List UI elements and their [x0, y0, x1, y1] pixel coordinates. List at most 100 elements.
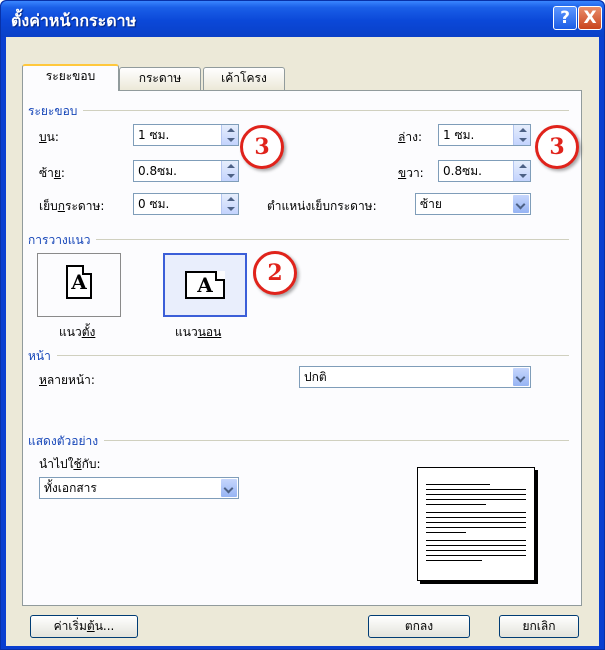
landscape-label: แนวนอน: [175, 323, 221, 342]
gutter-position-label: ตำแหน่งเย็บกระดาษ:: [267, 199, 377, 213]
multiple-pages-value: ปกติ: [304, 370, 327, 384]
preview-text-line: [426, 540, 526, 541]
apply-to-chevron-down-icon[interactable]: [220, 478, 238, 498]
help-button[interactable]: ?: [553, 6, 577, 30]
callout-badge-3-left: 3: [240, 125, 284, 169]
preview-text-line: [426, 504, 486, 505]
callout-badge-3-right: 3: [535, 125, 579, 169]
dialog-title: ตั้งค่าหน้ากระดาษ: [11, 11, 137, 30]
landscape-label-text: แนว: [175, 325, 198, 339]
preview-text-line: [426, 499, 526, 500]
pages-section-label: หน้า: [28, 347, 57, 366]
bottom-margin-label: ล่าง:: [398, 128, 422, 147]
preview-text-line: [426, 494, 526, 495]
close-button[interactable]: X: [578, 6, 602, 30]
tab-layout[interactable]: เค้าโครง: [203, 67, 285, 90]
preview-text-line: [426, 489, 526, 490]
right-margin-spinner[interactable]: 0.8ซม.: [438, 160, 531, 182]
left-margin-label-accel: ย: [53, 166, 61, 180]
preview-text-line: [426, 560, 482, 561]
margins-tab-panel: ระยะขอบ บน: 1 ซม. ล่าง: 1 ซม. ซ้าย: 0.8ซ…: [22, 90, 582, 606]
preview-text-line: [426, 555, 526, 556]
multiple-pages-label: หลายหน้า:: [39, 371, 95, 390]
cancel-button[interactable]: ยกเลิก: [499, 615, 579, 638]
multiple-pages-label-text: ลายหน้า:: [46, 373, 95, 387]
default-button-accel: ต้: [86, 619, 95, 633]
left-margin-value: 0.8ซม.: [138, 164, 177, 178]
tab-paper[interactable]: กระดาษ: [119, 67, 201, 90]
preview-text-line: [426, 527, 526, 528]
left-margin-spin-buttons[interactable]: [221, 161, 238, 181]
preview-text-line: [426, 512, 526, 513]
right-margin-label: ขวา:: [398, 164, 424, 183]
margins-separator: [37, 110, 569, 111]
top-margin-label-accel: บ: [39, 130, 47, 144]
portrait-label-accel: ตั้ง: [81, 325, 96, 339]
default-button-suffix: น...: [94, 619, 115, 633]
left-margin-label-text: ซ้า: [39, 166, 54, 180]
gutter-position-chevron-down-icon[interactable]: [512, 194, 530, 214]
orientation-section-label: การวางแนว: [28, 231, 97, 250]
left-margin-label: ซ้าย:: [39, 164, 65, 183]
page-setup-dialog: ตั้งค่าหน้ากระดาษ ? X ระยะขอบ กระดาษ เค้…: [0, 0, 605, 650]
title-bar: ตั้งค่าหน้ากระดาษ ? X: [1, 1, 604, 37]
apply-to-label-accel: ช้: [73, 457, 82, 471]
orientation-separator: [37, 239, 569, 240]
preview-text-line: [426, 522, 526, 523]
portrait-orientation-button[interactable]: A: [37, 253, 121, 317]
left-margin-spinner[interactable]: 0.8ซม.: [133, 160, 239, 182]
callout-badge-2: 2: [253, 251, 297, 295]
preview-section-label: แสดงตัวอย่าง: [28, 432, 105, 451]
right-margin-value: 0.8ซม.: [443, 164, 482, 178]
multiple-pages-dropdown[interactable]: ปกติ: [299, 366, 531, 388]
default-button-text: ค่าเริ่ม: [53, 619, 87, 633]
gutter-position-value: ซ้าย: [420, 197, 442, 211]
bottom-margin-value: 1 ซม.: [443, 128, 475, 142]
preview-text-line: [426, 550, 526, 551]
landscape-orientation-button[interactable]: A: [163, 253, 247, 317]
dialog-body: ระยะขอบ กระดาษ เค้าโครง ระยะขอบ บน: 1 ซม…: [6, 37, 599, 646]
portrait-label: แนวตั้ง: [59, 323, 95, 342]
pages-separator: [37, 355, 569, 356]
apply-to-value: ทั้งเอกสาร: [44, 481, 97, 495]
landscape-page-icon: A: [185, 271, 225, 299]
preview-text-line: [426, 484, 490, 485]
portrait-label-text: แนว: [59, 325, 82, 339]
bottom-margin-spinner[interactable]: 1 ซม.: [438, 124, 531, 146]
landscape-page-glyph: A: [197, 273, 213, 297]
page-preview: [417, 467, 535, 581]
gutter-spin-buttons[interactable]: [221, 194, 238, 214]
apply-to-label-text: นำไปใ: [39, 457, 74, 471]
default-button[interactable]: ค่าเริ่มต้น...: [30, 615, 138, 638]
margins-section-label: ระยะขอบ: [28, 102, 84, 121]
top-margin-value: 1 ซม.: [138, 128, 170, 142]
tab-margins[interactable]: ระยะขอบ: [22, 64, 119, 91]
gutter-label-accel: ก: [57, 199, 66, 213]
preview-text-line: [426, 517, 526, 518]
gutter-value: 0 ซม.: [138, 197, 170, 211]
top-margin-spin-buttons[interactable]: [221, 125, 238, 145]
apply-to-dropdown[interactable]: ทั้งเอกสาร: [39, 477, 239, 499]
preview-text-line: [426, 545, 526, 546]
top-margin-label-text: น:: [46, 130, 59, 144]
ok-button[interactable]: ตกลง: [368, 615, 470, 638]
left-margin-label-colon: :: [60, 166, 65, 180]
right-margin-spin-buttons[interactable]: [513, 161, 530, 181]
top-margin-label: บน:: [39, 128, 59, 147]
bottom-margin-spin-buttons[interactable]: [513, 125, 530, 145]
multiple-pages-chevron-down-icon[interactable]: [512, 367, 530, 387]
gutter-position-dropdown[interactable]: ซ้าย: [415, 193, 531, 215]
multiple-pages-label-accel: ห: [39, 373, 47, 387]
right-margin-label-accel: ข: [398, 166, 407, 180]
apply-to-label: นำไปใช้กับ:: [39, 455, 101, 474]
landscape-label-accel: นอน: [197, 325, 222, 339]
portrait-page-glyph: A: [71, 270, 87, 294]
top-margin-spinner[interactable]: 1 ซม.: [133, 124, 239, 146]
right-margin-label-text: วา:: [406, 166, 424, 180]
preview-text-line: [426, 532, 466, 533]
gutter-label-suffix: ระดาษ:: [65, 199, 105, 213]
gutter-label-text: เย็บ: [39, 199, 58, 213]
bottom-margin-label-text: ่าง:: [405, 130, 422, 144]
portrait-page-icon: A: [66, 265, 92, 299]
gutter-spinner[interactable]: 0 ซม.: [133, 193, 239, 215]
